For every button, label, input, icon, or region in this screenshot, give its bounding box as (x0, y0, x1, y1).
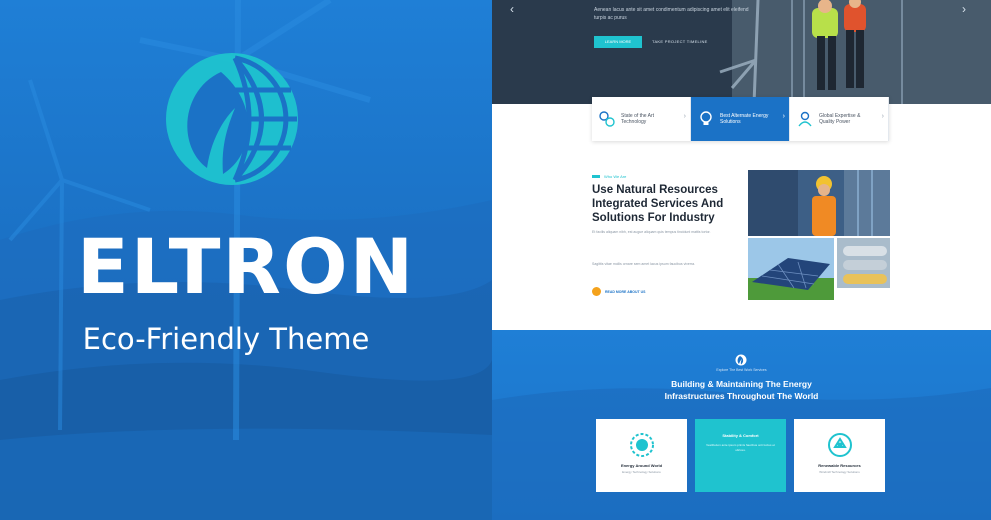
services-eyebrow: Explore The Best Work Services (716, 368, 767, 372)
feature-item-energy[interactable]: Best Alternate Energy Solutions › (691, 97, 790, 141)
service-card-title: Energy Around World (620, 463, 663, 468)
brand-name: ELTRON (76, 222, 416, 311)
brand-logo (163, 50, 301, 188)
services-title: Building & Maintaining The Energy Infras… (492, 378, 991, 402)
about-headline: Use Natural Resources Integrated Service… (592, 184, 724, 224)
small-logo-icon (735, 354, 747, 366)
engineer-photo (748, 170, 890, 236)
feature-strip: State of the Art Technology › Best Alter… (592, 97, 889, 141)
services-title-line-2: Infrastructures Throughout The World (664, 391, 819, 401)
slider-intro-text: Aenean lacus ante sit amet condimentum a… (594, 7, 749, 21)
service-card-subtitle: Windmill Technology Solutions (819, 470, 860, 474)
chevron-right-icon: › (881, 113, 884, 120)
bulb-icon (700, 111, 712, 125)
globe-gear-icon (630, 433, 654, 457)
worker-icon (798, 111, 812, 127)
learn-more-button[interactable]: LEARN MORE (594, 36, 642, 48)
solar-panels-photo (748, 238, 834, 300)
website-preview: ‹ › Aenean lacus ante sit amet condiment… (492, 0, 991, 520)
about-paragraph-1: Et facilis aliquam nibh, est augue aliqu… (592, 230, 711, 234)
service-card-renewable[interactable]: Renewable Resources Windmill Technology … (794, 419, 885, 492)
service-card-energy[interactable]: Energy Around World Energy Technology So… (596, 419, 687, 492)
pipes-photo (837, 238, 890, 288)
feature-label: Best Alternate Energy Solutions (720, 113, 769, 125)
service-card-title: Stability & Comfort (722, 433, 759, 438)
read-more-label: READ MORE ABOUT US (605, 289, 646, 294)
about-eyebrow: Who We Are (604, 174, 627, 179)
about-paragraph-2: Sagittis vitae mollis ornare sem amet la… (592, 262, 696, 266)
service-card-subtitle: Vestibulum ante ipsum primis faucibus or… (706, 443, 775, 452)
chevron-right-icon: › (782, 113, 785, 120)
read-more-link[interactable]: READ MORE ABOUT US (592, 287, 646, 296)
services-title-line-1: Building & Maintaining The Energy (671, 379, 812, 389)
eyebrow-accent-line (592, 175, 600, 178)
chevron-right-icon: › (683, 113, 686, 120)
feature-item-technology[interactable]: State of the Art Technology › (592, 97, 691, 141)
gears-icon (599, 111, 615, 127)
promo-hero: ELTRON Eco-Friendly Theme (0, 0, 492, 520)
arrow-circle-icon (592, 287, 601, 296)
service-card-subtitle: Energy Technology Solutions (622, 470, 661, 474)
service-card-stability[interactable]: Stability & Comfort Vestibulum ante ipsu… (695, 419, 786, 492)
recycle-icon (828, 433, 852, 457)
brand-tagline: Eco-Friendly Theme (82, 322, 370, 356)
feature-label: State of the Art Technology (621, 113, 655, 125)
feature-item-expertise[interactable]: Global Expertise & Quality Power › (790, 97, 889, 141)
service-card-title: Renewable Resources (818, 463, 861, 468)
slider-next-arrow-icon[interactable]: › (962, 2, 966, 16)
hero-slider: ‹ › Aenean lacus ante sit amet condiment… (492, 0, 991, 104)
project-timeline-link[interactable]: TAKE PROJECT TIMELINE (652, 39, 708, 44)
feature-label: Global Expertise & Quality Power (819, 113, 861, 125)
slider-prev-arrow-icon[interactable]: ‹ (510, 2, 514, 16)
leaf-globe-logo-icon (166, 53, 298, 185)
